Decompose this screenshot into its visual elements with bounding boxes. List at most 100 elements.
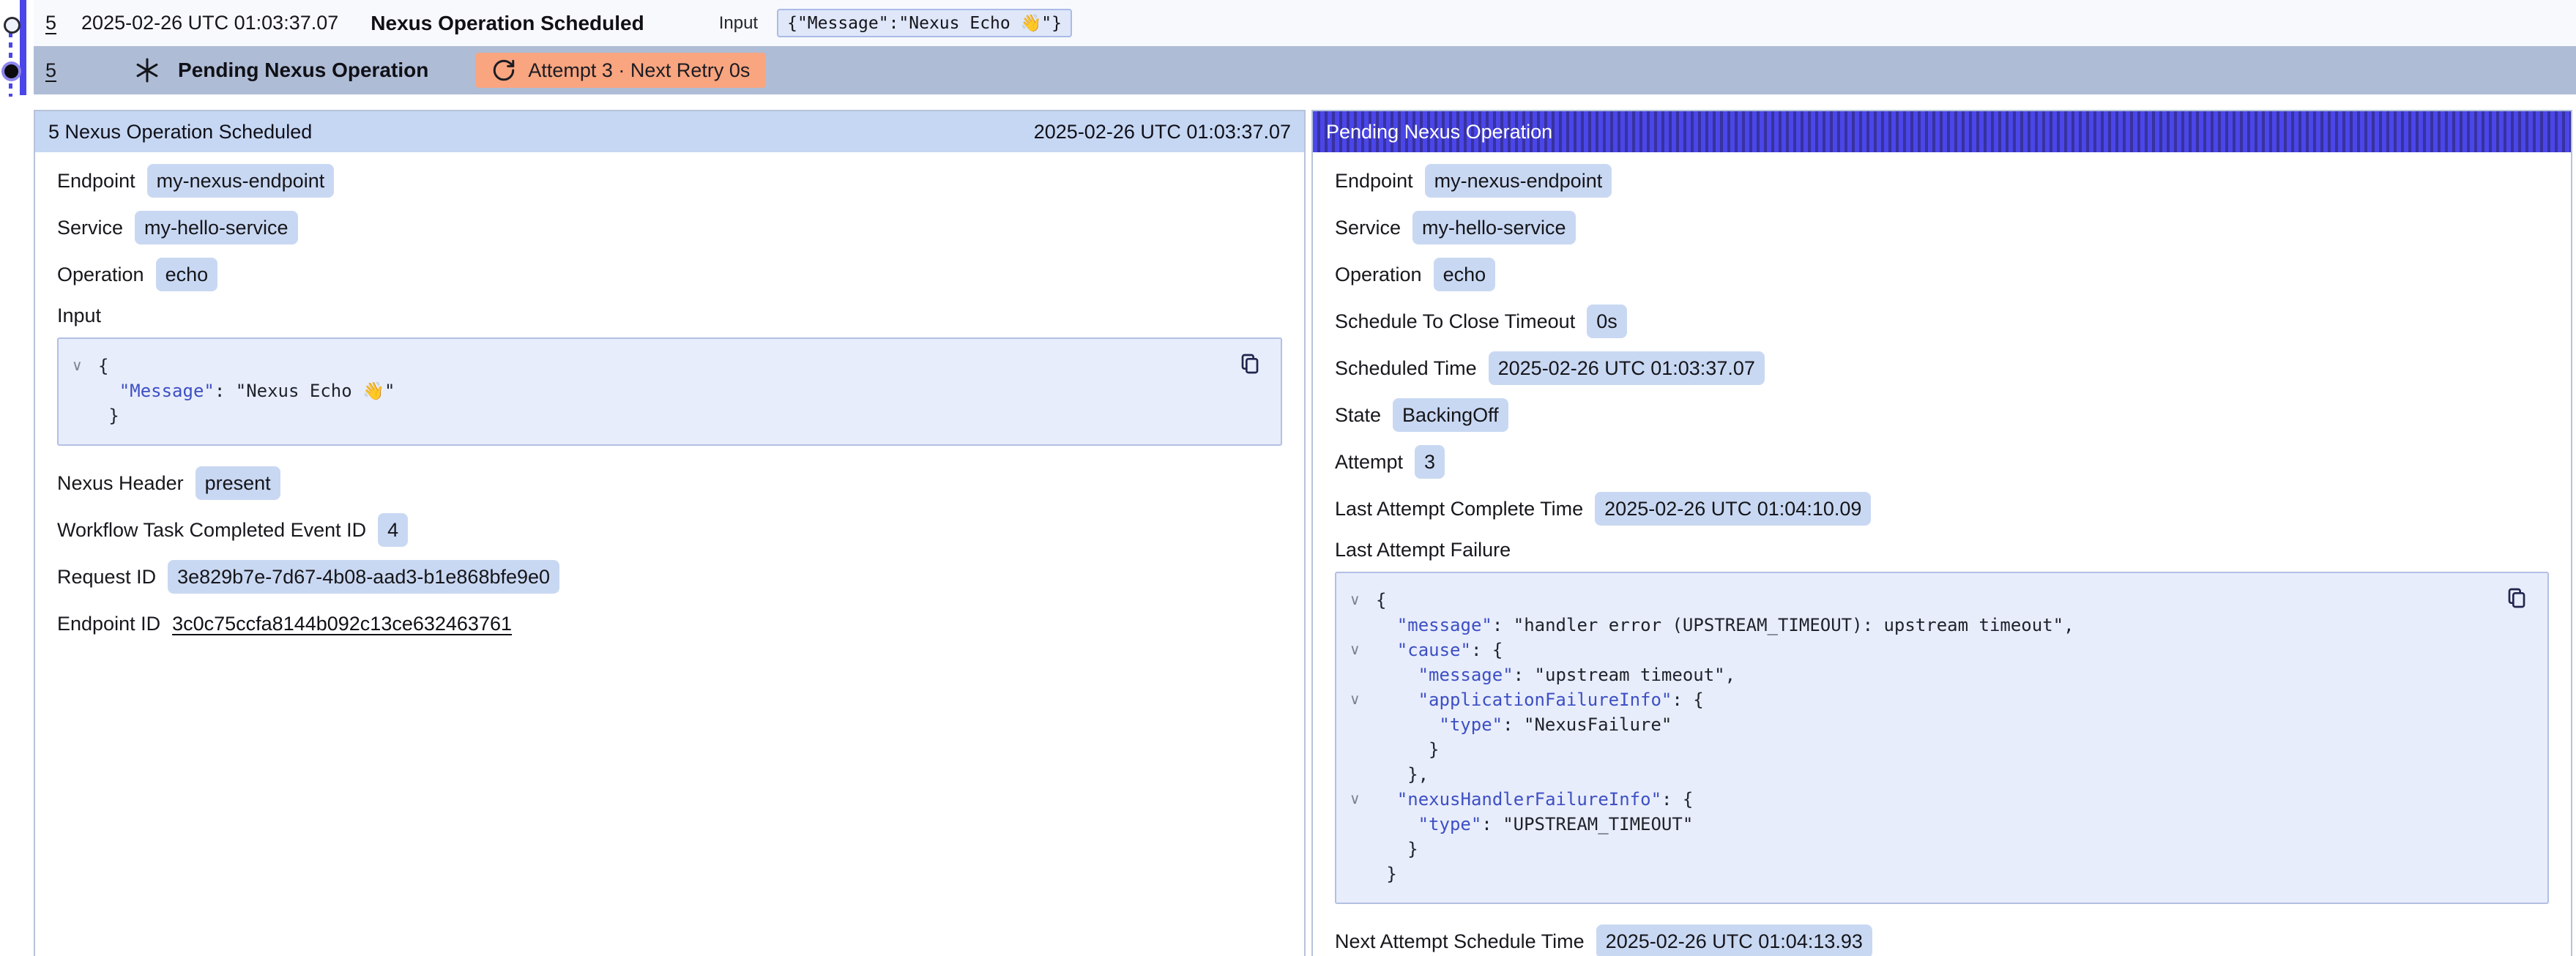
field-value-chip: 0s	[1587, 305, 1627, 338]
code-line: }	[1336, 837, 2547, 862]
collapse-chevron-icon[interactable]: ∨	[1350, 588, 1360, 613]
field-value-chip: 4	[378, 513, 408, 547]
field-row: Operation echo	[57, 258, 1282, 291]
field-value-chip: my-nexus-endpoint	[1425, 164, 1612, 198]
code-line: ∨ "cause": {	[1336, 638, 2547, 662]
copy-button[interactable]	[1238, 352, 1262, 378]
json-key: "type"	[1418, 814, 1482, 834]
field-row: Service my-hello-service	[57, 211, 1282, 244]
field-value-chip: 2025-02-26 UTC 01:04:13.93	[1596, 925, 1872, 956]
code-line: "type": "NexusFailure"	[1336, 712, 2547, 737]
json-text: : "handler error (UPSTREAM_TIMEOUT): ups…	[1492, 615, 2074, 635]
json-key: "nexusHandlerFailureInfo"	[1397, 789, 1661, 810]
field-value-chip: 2025-02-26 UTC 01:04:10.09	[1595, 492, 1871, 526]
json-key: "message"	[1397, 615, 1492, 635]
pending-title: Pending Nexus Operation	[178, 59, 428, 82]
json-text: : {	[1661, 789, 1693, 810]
json-text: {	[98, 356, 108, 376]
input-json-block: ∨{"Message": "Nexus Echo 👋"}	[57, 337, 1282, 446]
retry-attempt-badge: Attempt 3 · Next Retry 0s	[475, 53, 766, 88]
code-line: },	[1336, 762, 2547, 787]
event-row-nexus-operation-scheduled[interactable]: 5 2025-02-26 UTC 01:03:37.07 Nexus Opera…	[34, 0, 2576, 46]
retry-badge-label: Attempt 3 · Next Retry 0s	[528, 59, 750, 82]
collapse-chevron-icon[interactable]: ∨	[1350, 638, 1360, 662]
code-line: ∨ "nexusHandlerFailureInfo": {	[1336, 787, 2547, 812]
field-label: Endpoint	[57, 170, 135, 193]
field-label: Nexus Header	[57, 472, 184, 495]
field-value-chip: echo	[156, 258, 218, 291]
json-key: "Message"	[119, 381, 215, 401]
field-row: Nexus Headerpresent	[57, 466, 1282, 500]
field-row: Request ID3e829b7e-7d67-4b08-aad3-b1e868…	[57, 560, 1282, 594]
field-value-chip: 2025-02-26 UTC 01:03:37.07	[1489, 351, 1765, 385]
json-text: }	[1407, 839, 1418, 859]
json-text: {	[1376, 590, 1386, 610]
failure-section-label: Last Attempt Failure	[1335, 539, 2549, 561]
code-line: "message": "handler error (UPSTREAM_TIME…	[1336, 613, 2547, 638]
code-line: "Message": "Nexus Echo 👋"	[59, 378, 1281, 403]
event-input-label: Input	[719, 13, 758, 34]
collapse-chevron-icon[interactable]: ∨	[72, 354, 83, 378]
json-key: "type"	[1439, 714, 1503, 735]
code-line: }	[1336, 862, 2547, 886]
json-key: "cause"	[1397, 640, 1471, 660]
pending-event-id-link[interactable]: 5	[45, 59, 56, 82]
timeline-node-current-icon[interactable]	[4, 64, 18, 78]
event-detail-header-timestamp: 2025-02-26 UTC 01:03:37.07	[1034, 121, 1291, 143]
field-row: Workflow Task Completed Event ID4	[57, 513, 1282, 547]
timeline-node-open-icon[interactable]	[4, 17, 21, 34]
field-row: Service my-hello-service	[1335, 211, 2549, 244]
event-id-link[interactable]: 5	[45, 12, 56, 34]
field-label: Last Attempt Complete Time	[1335, 498, 1583, 520]
code-line: ∨{	[59, 354, 1281, 378]
pending-operation-panel: Pending Nexus Operation Endpoint my-nexus…	[1311, 110, 2572, 956]
json-text: }	[1429, 739, 1439, 760]
field-label: Next Attempt Schedule Time	[1335, 930, 1585, 953]
field-row: Endpoint my-nexus-endpoint	[57, 164, 1282, 198]
json-key: "message"	[1418, 665, 1514, 685]
field-row: Scheduled Time2025-02-26 UTC 01:03:37.07	[1335, 351, 2549, 385]
field-value-chip: my-hello-service	[135, 211, 298, 244]
json-text: }	[108, 406, 119, 426]
field-row: Endpoint ID 3c0c75ccfa8144b092c13ce63246…	[57, 607, 1282, 641]
field-row: Operationecho	[1335, 258, 2549, 291]
copy-icon	[1238, 352, 1262, 376]
code-line: ∨"applicationFailureInfo": {	[1336, 687, 2547, 712]
code-line: "type": "UPSTREAM_TIMEOUT"	[1336, 812, 2547, 837]
event-input-payload-chip[interactable]: {"Message":"Nexus Echo 👋"}	[777, 9, 1072, 37]
left-panel-empty-space	[57, 654, 1282, 956]
code-line: }	[59, 403, 1281, 428]
failure-json-block: ∨{"message": "handler error (UPSTREAM_TI…	[1335, 572, 2549, 904]
field-value-chip: echo	[1434, 258, 1496, 291]
field-label: Service	[57, 217, 123, 239]
pending-operation-header: Pending Nexus Operation	[1313, 111, 2571, 152]
field-label: Endpoint	[1335, 170, 1413, 193]
field-label: Endpoint ID	[57, 613, 160, 635]
collapse-chevron-icon[interactable]: ∨	[1350, 687, 1360, 712]
field-value-chip: 3e829b7e-7d67-4b08-aad3-b1e868bfe9e0	[168, 560, 559, 594]
retry-icon	[491, 58, 516, 83]
field-label: Operation	[57, 264, 144, 286]
field-label: State	[1335, 404, 1381, 427]
code-line: }	[1336, 737, 2547, 762]
field-row: Next Attempt Schedule Time 2025-02-26 UTC…	[1335, 925, 2549, 956]
json-key: "applicationFailureInfo"	[1418, 690, 1672, 710]
collapse-chevron-icon[interactable]: ∨	[1350, 787, 1360, 812]
timeline-active-bar	[20, 0, 26, 95]
field-value-chip: BackingOff	[1393, 398, 1508, 432]
copy-icon	[2505, 586, 2528, 610]
json-text: },	[1407, 764, 1429, 785]
input-section-label: Input	[57, 305, 1282, 327]
field-value-chip: my-nexus-endpoint	[147, 164, 335, 198]
json-text: : {	[1471, 640, 1503, 660]
field-label: Service	[1335, 217, 1401, 239]
copy-button[interactable]	[2505, 586, 2528, 612]
event-detail-header-title: 5 Nexus Operation Scheduled	[48, 121, 312, 143]
field-value-chip: my-hello-service	[1412, 211, 1576, 244]
endpoint-id-link[interactable]: 3c0c75ccfa8144b092c13ce632463761	[172, 613, 512, 635]
field-row: Schedule To Close Timeout0s	[1335, 305, 2549, 338]
pending-nexus-operation-row[interactable]: 5 Pending Nexus Operation Attempt 3 · Ne…	[34, 46, 2576, 94]
event-detail-header: 5 Nexus Operation Scheduled 2025-02-26 U…	[35, 111, 1304, 152]
json-text: : "Nexus Echo 👋"	[215, 381, 395, 401]
event-detail-panel: 5 Nexus Operation Scheduled 2025-02-26 U…	[34, 110, 1306, 956]
